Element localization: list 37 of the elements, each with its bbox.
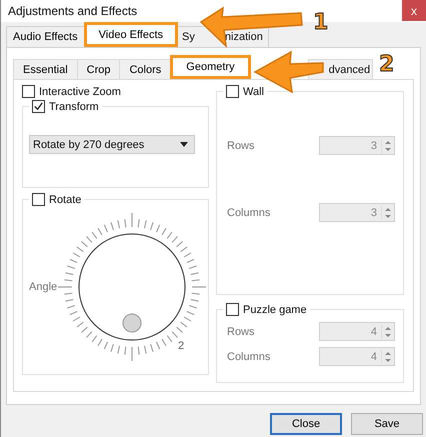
checkbox[interactable]: [226, 303, 239, 316]
spin-arrows-icon: [381, 324, 392, 338]
checkbox-label: Transform: [49, 100, 99, 112]
tab[interactable]: Geometry: [170, 55, 251, 79]
annotation-number: 2: [379, 54, 394, 76]
tab[interactable]: Colors: [119, 59, 172, 79]
tab[interactable]: Sy: [182, 31, 195, 43]
checkbox-label: Rotate: [49, 194, 82, 206]
dialog-button[interactable]: Close: [270, 413, 342, 435]
checkbox[interactable]: [32, 100, 45, 113]
tab[interactable]: Audio Effects: [6, 26, 85, 47]
dialog-button[interactable]: Save: [351, 413, 423, 435]
tab[interactable]: Crop: [76, 59, 120, 79]
checkbox[interactable]: [22, 85, 35, 98]
checkbox-label: Puzzle game: [243, 304, 307, 316]
checkbox-label: Interactive Zoom: [39, 86, 121, 98]
checkbox[interactable]: [32, 193, 45, 206]
tab[interactable]: Essential: [13, 59, 78, 79]
angle-dial[interactable]: [57, 212, 207, 362]
window-close-button[interactable]: x: [402, 0, 426, 21]
spin-arrows-icon: [381, 206, 392, 220]
dial-mark: 2: [178, 340, 184, 352]
field-label: Rows: [227, 140, 255, 152]
spin-arrows-icon: [381, 138, 392, 152]
angle-label: Angle: [29, 281, 58, 293]
spin-arrows-icon: [381, 350, 392, 364]
tab[interactable]: nization: [224, 31, 263, 43]
caret-icon: [180, 142, 188, 147]
annotation-number: 1: [313, 12, 328, 34]
window-title: Adjustments and Effects: [8, 4, 138, 18]
tab[interactable]: Video Effects: [84, 22, 178, 47]
field-label: Columns: [227, 206, 270, 218]
rotation-dropdown[interactable]: Rotate by 270 degrees: [29, 135, 195, 154]
field-label: Rows: [227, 326, 255, 338]
checkbox-label: Wall: [243, 86, 264, 98]
field-label: Columns: [227, 350, 270, 362]
checkbox[interactable]: [226, 85, 239, 98]
